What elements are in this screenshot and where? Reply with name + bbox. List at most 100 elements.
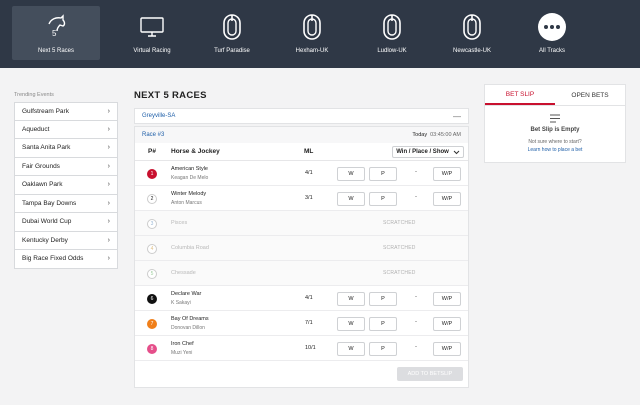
monitor-icon — [137, 12, 167, 42]
sidebar-item-label: Tampa Bay Downs — [22, 199, 77, 207]
bet-type-dropdown[interactable]: Win / Place / Show — [392, 146, 464, 158]
sidebar-item-label: Gulfstream Park — [22, 107, 69, 115]
post-number-badge: 8 — [147, 343, 157, 354]
chevron-right-icon: › — [107, 181, 110, 189]
post-number-badge: 5 — [147, 268, 157, 279]
nav-label: Newcastle-UK — [452, 48, 491, 54]
post-number-badge: 3 — [147, 218, 157, 229]
runner-row: 2 Winter Melody Anton Marcus 3/1 W P - W/P — [135, 186, 468, 211]
sidebar-item-santa-anita-park[interactable]: Santa Anita Park › — [14, 139, 118, 158]
bet-type-label: Win / Place / Show — [396, 149, 449, 155]
place-button[interactable]: P — [369, 191, 397, 206]
scratched-label: SCRATCHED — [383, 220, 416, 226]
horse-name: Chessade — [171, 270, 196, 276]
win-place-button[interactable]: W/P — [433, 291, 461, 306]
sidebar-title: Trending Events — [14, 92, 54, 98]
morning-line-odds: 7/1 — [305, 320, 313, 326]
col-horse-jockey: Horse & Jockey — [171, 148, 220, 155]
nav-badge: 5 — [52, 29, 57, 38]
add-to-betslip-button[interactable]: ADD TO BETSLIP — [397, 367, 463, 381]
place-button[interactable]: P — [369, 316, 397, 331]
jockey-name: Donovan Dillon — [171, 324, 205, 331]
col-post: P# — [148, 148, 156, 155]
post-number-badge: 4 — [147, 243, 157, 254]
nav-item-hexham-uk[interactable]: Hexham-UK — [272, 0, 352, 68]
win-place-button[interactable]: W/P — [433, 316, 461, 331]
place-button[interactable]: P — [369, 166, 397, 181]
nav-label: All Tracks — [538, 48, 565, 54]
morning-line-odds: 4/1 — [305, 170, 313, 176]
race-number[interactable]: Race #3 — [142, 132, 164, 138]
chevron-right-icon: › — [107, 125, 110, 133]
runner-row: 5 Chessade SCRATCHED — [135, 261, 468, 286]
learn-to-bet-link[interactable]: Learn how to place a bet — [528, 147, 583, 153]
sidebar-item-fair-grounds[interactable]: Fair Grounds › — [14, 157, 118, 176]
sidebar-item-big-race-fixed-odds[interactable]: Big Race Fixed Odds › — [14, 250, 118, 269]
track-header[interactable]: Greyville-SA — — [134, 108, 469, 124]
race-clock: 03:45:00 AM — [430, 132, 461, 138]
win-place-button[interactable]: W/P — [433, 166, 461, 181]
win-place-button[interactable]: W/P — [433, 191, 461, 206]
tab-open-bets[interactable]: OPEN BETS — [555, 85, 625, 105]
tab-bet-slip[interactable]: BET SLIP — [485, 85, 555, 105]
horse-head-icon: 5 — [41, 12, 71, 42]
track-oval-icon — [297, 12, 327, 42]
race-day: Today — [412, 132, 428, 138]
track-oval-icon — [457, 12, 487, 42]
nav-item-all-tracks[interactable]: All Tracks — [512, 0, 592, 68]
win-button[interactable]: W — [337, 341, 365, 356]
sidebar-item-label: Dubai World Cup — [22, 218, 72, 226]
track-oval-icon — [377, 12, 407, 42]
bet-slip-empty-text: Bet Slip is Empty — [530, 127, 580, 133]
win-place-button[interactable]: W/P — [433, 341, 461, 356]
post-number-badge: 6 — [147, 293, 157, 304]
bet-slip-tabs: BET SLIP OPEN BETS — [485, 85, 625, 106]
sidebar-item-label: Fair Grounds — [22, 162, 60, 170]
more-dots-icon — [537, 12, 567, 42]
chevron-right-icon: › — [107, 255, 110, 263]
sidebar-item-tampa-bay-downs[interactable]: Tampa Bay Downs › — [14, 194, 118, 213]
runner-row: 3 Pisces SCRATCHED — [135, 211, 468, 236]
show-unavailable: - — [415, 169, 417, 175]
win-button[interactable]: W — [337, 316, 365, 331]
empty-list-icon — [550, 114, 560, 123]
race-footer: ADD TO BETSLIP — [135, 361, 468, 387]
sidebar-item-label: Kentucky Derby — [22, 236, 68, 244]
track-name[interactable]: Greyville-SA — [142, 113, 175, 119]
win-button[interactable]: W — [337, 166, 365, 181]
morning-line-odds: 4/1 — [305, 295, 313, 301]
runner-row: 8 Iron Chef Muzi Yeni 10/1 W P - W/P — [135, 336, 468, 361]
nav-item-turf-paradise[interactable]: Turf Paradise — [192, 0, 272, 68]
sidebar-item-oaklawn-park[interactable]: Oaklawn Park › — [14, 176, 118, 195]
trending-events-sidebar: Trending Events Gulfstream Park › Aqueduct… — [14, 92, 118, 269]
nav-item-virtual-racing[interactable]: Virtual Racing — [112, 0, 192, 68]
sidebar-item-kentucky-derby[interactable]: Kentucky Derby › — [14, 231, 118, 250]
runner-row: 7 Bay Of Dreams Donovan Dillon 7/1 W P - W/P — [135, 311, 468, 336]
jockey-name: K Sakayi — [171, 299, 191, 306]
post-number-badge: 1 — [147, 168, 157, 179]
chevron-right-icon: › — [107, 162, 110, 170]
sidebar-item-gulfstream-park[interactable]: Gulfstream Park › — [14, 102, 118, 121]
collapse-icon[interactable]: — — [453, 112, 461, 121]
post-number-badge: 7 — [147, 318, 157, 329]
chevron-down-icon — [453, 150, 460, 154]
show-unavailable: - — [415, 194, 417, 200]
win-button[interactable]: W — [337, 291, 365, 306]
jockey-name: Anton Marcus — [171, 199, 202, 206]
place-button[interactable]: P — [369, 291, 397, 306]
sidebar-item-dubai-world-cup[interactable]: Dubai World Cup › — [14, 213, 118, 232]
chevron-right-icon: › — [107, 107, 110, 115]
main-content: NEXT 5 RACES Greyville-SA — Race #3 Toda… — [134, 90, 469, 388]
horse-name: Pisces — [171, 220, 188, 226]
column-headers: P# Horse & Jockey ML Win / Place / Show — [135, 143, 468, 161]
nav-label: Virtual Racing — [133, 48, 171, 54]
sidebar-item-label: Aqueduct — [22, 125, 50, 133]
runner-row: 6 Declare War K Sakayi 4/1 W P - W/P — [135, 286, 468, 311]
nav-item-next-5-races[interactable]: 5 Next 5 Races — [12, 6, 100, 60]
win-button[interactable]: W — [337, 191, 365, 206]
nav-item-ludlow-uk[interactable]: Ludlow-UK — [352, 0, 432, 68]
nav-label: Hexham-UK — [295, 48, 329, 54]
sidebar-item-aqueduct[interactable]: Aqueduct › — [14, 120, 118, 139]
place-button[interactable]: P — [369, 341, 397, 356]
nav-item-newcastle-uk[interactable]: Newcastle-UK — [432, 0, 512, 68]
